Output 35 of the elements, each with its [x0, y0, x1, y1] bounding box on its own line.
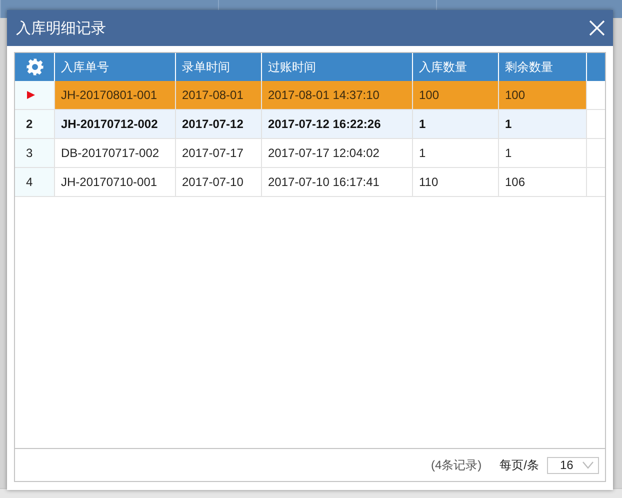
table-cell: 1 [413, 139, 499, 167]
table-cell: DB-20170717-002 [55, 139, 176, 167]
page-size-label: 每页/条 [500, 456, 539, 474]
table-cell: 2017-07-17 [176, 139, 262, 167]
table-cell: 2017-07-12 16:22:26 [262, 110, 413, 138]
close-icon[interactable] [589, 20, 605, 36]
table-cell: JH-20170710-001 [55, 168, 176, 196]
row-number: 4 [26, 175, 33, 189]
table-cell: 2017-07-10 [176, 168, 262, 196]
table-row[interactable]: 2 JH-20170712-002 2017-07-12 2017-07-12 16:22:26 1 1 [15, 110, 605, 139]
table-row[interactable]: 3 DB-20170717-002 2017-07-17 2017-07-17 12:04:02 1 1 [15, 139, 605, 168]
table-cell: 2017-07-17 12:04:02 [262, 139, 413, 167]
current-row-icon [26, 90, 36, 100]
table-row[interactable]: 4 JH-20170710-001 2017-07-10 2017-07-10 16:17:41 110 106 [15, 168, 605, 197]
table-cell: JH-20170801-001 [55, 81, 176, 109]
window-title: 入库明细记录 [16, 18, 106, 38]
table-cell: 2017-07-12 [176, 110, 262, 138]
table-cell: 2017-08-01 14:37:10 [262, 81, 413, 109]
table-cell: 1 [499, 139, 587, 167]
table-cell: 106 [499, 168, 587, 196]
page-size-dropdown[interactable]: 16 [547, 456, 599, 474]
row-number: 3 [26, 146, 33, 160]
chevron-down-icon [582, 461, 594, 469]
record-count: (4条记录) [430, 456, 482, 474]
table-cell: JH-20170712-002 [55, 110, 176, 138]
table-cell: 2017-08-01 [176, 81, 262, 109]
table-cell: 2017-07-10 16:17:41 [262, 168, 413, 196]
table-row[interactable]: JH-20170801-001 2017-08-01 2017-08-01 14:37:10 100 100 [15, 81, 605, 110]
settings-icon[interactable] [26, 58, 44, 76]
row-number: 2 [26, 117, 33, 131]
table-cell: 1 [499, 110, 587, 138]
table-cell: 110 [413, 168, 499, 196]
table-cell: 1 [413, 110, 499, 138]
table-cell: 100 [499, 81, 587, 109]
table-cell: 100 [413, 81, 499, 109]
